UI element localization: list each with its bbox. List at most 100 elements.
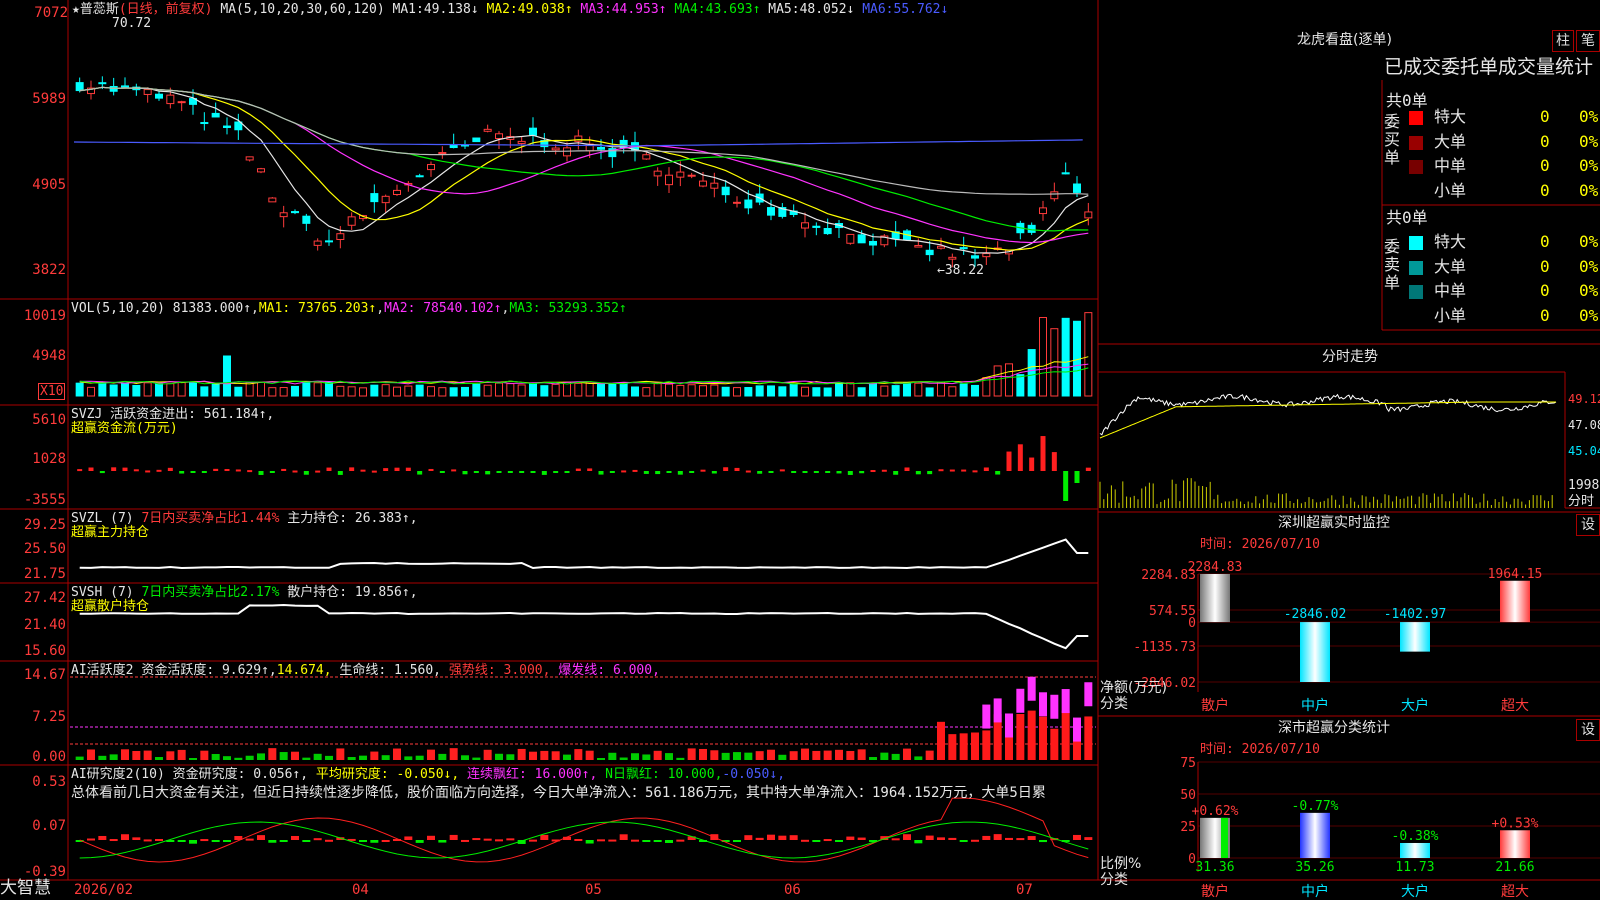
activity-bar [1027,710,1036,760]
intraday-price-line [1099,393,1557,436]
monitor-settings-button[interactable]: 设 [1576,514,1600,536]
ai-activity-axis-tick: 0.00 [32,749,66,765]
candle-body [1039,207,1047,215]
volume-bar [121,382,129,397]
flow-bar [553,471,559,473]
volume-bar [551,383,560,397]
research-bars [75,797,1093,863]
ma3-label: MA3: [580,2,612,17]
volume-bar [302,381,311,397]
flow-bar [995,471,1001,475]
order-size-swatch [1409,160,1423,174]
candle-body [449,144,458,149]
monitor-category-label: 散户 [1201,697,1229,714]
volume-bar [359,387,367,397]
realtime-monitor-chart: 2284.83574.550-1135.73-2846.022284.83-28… [1133,560,1600,714]
flow-bar [201,471,207,473]
flow-bar [983,467,989,471]
research-bar [891,838,900,841]
candle-body [483,128,492,132]
order-count: 0 [1540,256,1550,276]
order-size-swatch [1409,135,1423,150]
low-price-marker: ←38.22 [937,263,984,278]
candle-body [302,215,311,224]
activity-bar [336,748,345,760]
ai-research-title: AI研究度2(10) [71,767,165,782]
svzl-header: SVZL (7) 7日内买卖净占比1.44% 主力持仓: 26.383↑, [71,511,418,526]
order-count: 0 [1540,305,1550,325]
research-bar [1039,840,1047,843]
candle-body [211,112,220,118]
main-chart-canvas[interactable]: 2284.83574.550-1135.73-2846.022284.83-28… [0,0,1600,900]
research-bar [676,839,685,842]
candle-body [223,125,231,129]
order-size-swatch [1409,184,1423,199]
activity-bars [70,676,1096,760]
volume-bar [642,387,651,397]
activity-bar [381,755,390,760]
research-bar [767,834,775,840]
flow-bar [1074,471,1080,483]
ma5-line [79,86,1089,195]
svsh-hold: 散户持仓: 19.856↑, [287,585,418,600]
flow-bar [179,471,185,474]
ai-research-a: 资金研究度: 0.056↑, [172,767,309,782]
flow-bar [961,469,967,472]
candle-body [1073,183,1081,193]
flow-bar [881,469,887,472]
research-bar [597,839,605,842]
stats-value-label: 31.36 [1195,860,1234,875]
research-bar [1084,837,1093,840]
volume-bar [1084,312,1093,397]
stats-settings-button[interactable]: 设 [1576,719,1600,741]
stock-name[interactable]: ★普蕊斯 [72,2,119,17]
ma4-label: MA4: [674,2,706,17]
stats-change-label: -0.38% [1392,829,1439,844]
order-size-label: 大单 [1434,256,1467,276]
flow-bar [133,469,139,472]
order-stats-tabs[interactable]: 已成交委托单成交量统计 [1384,56,1593,78]
ai-research-axis-tick: 0.53 [32,774,66,790]
activity-bar [1016,714,1025,760]
candle-body [721,186,730,196]
volume-bar [1061,317,1070,397]
research-bar [1016,838,1025,841]
volume-bar [744,387,753,397]
stats-bar [1300,812,1330,858]
flow-bar [99,471,105,474]
ai-activity-axis-tick: 14.67 [23,667,66,683]
ai-research-c: 连续飘红: 16.000↑, [467,767,598,782]
order-count: 0 [1540,180,1550,200]
stats-axis-tick: 50 [1180,788,1196,803]
research-bar [472,838,481,841]
volume-bar [529,383,537,397]
brand-logo: 大智慧 [0,878,51,898]
candle-body [925,249,934,256]
candle-body [268,197,277,203]
svzj-axis-tick: -3555 [23,492,66,508]
flow-bar [587,468,593,471]
activity-bar [857,749,866,760]
research-bar [608,839,617,842]
flow-bar [292,470,298,473]
candle-body [279,212,288,218]
activity-bar [959,733,968,760]
candle-body [642,154,651,160]
activity-peak-bar [1005,713,1013,738]
monitor-unit: 净额(万元) [1100,680,1167,696]
candle-body [200,122,209,125]
stats-time: 时间: 2026/07/10 [1200,742,1320,757]
research-bar [585,840,594,844]
volume-bar [370,384,379,397]
volume-bar [721,386,730,397]
research-bar [835,840,843,842]
volume-bar [495,382,503,397]
flow-bar [247,470,253,473]
volume-bar [574,382,583,397]
svzj-subtitle: 超赢资金流(万元) [71,421,178,436]
price-axis-tick: 5989 [32,91,66,107]
tick-view-button[interactable]: 笔 [1576,30,1600,52]
bar-view-button[interactable]: 柱 [1552,30,1574,52]
activity-bar [359,755,367,760]
volume-bar [540,385,549,397]
